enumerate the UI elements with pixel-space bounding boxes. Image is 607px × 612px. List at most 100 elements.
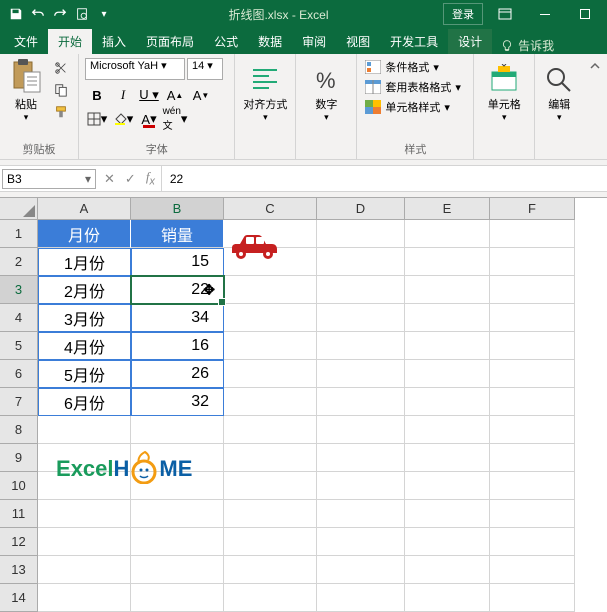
tab-file[interactable]: 文件: [4, 29, 48, 54]
decrease-font-button[interactable]: A▼: [189, 84, 213, 106]
cell-C12[interactable]: [224, 528, 317, 556]
cell-F10[interactable]: [490, 472, 575, 500]
cell-A14[interactable]: [38, 584, 131, 612]
row-header-7[interactable]: 7: [0, 388, 38, 416]
cell-C9[interactable]: [224, 444, 317, 472]
cell-F4[interactable]: [490, 304, 575, 332]
cell-E10[interactable]: [405, 472, 490, 500]
row-header-4[interactable]: 4: [0, 304, 38, 332]
formula-input[interactable]: [162, 166, 607, 191]
cell-A13[interactable]: [38, 556, 131, 584]
cell-B1[interactable]: 销量: [131, 220, 224, 248]
cell-F3[interactable]: [490, 276, 575, 304]
cell-B12[interactable]: [131, 528, 224, 556]
print-preview-icon[interactable]: [72, 4, 92, 24]
cell-C3[interactable]: [224, 276, 317, 304]
cell-E14[interactable]: [405, 584, 490, 612]
cell-A3[interactable]: 2月份: [38, 276, 131, 304]
cell-D7[interactable]: [317, 388, 405, 416]
copy-button[interactable]: [50, 80, 72, 100]
tab-insert[interactable]: 插入: [92, 29, 136, 54]
column-header-A[interactable]: A: [38, 198, 131, 220]
underline-button[interactable]: U ▾: [137, 84, 161, 106]
fill-color-button[interactable]: ▾: [111, 108, 135, 130]
cell-A6[interactable]: 5月份: [38, 360, 131, 388]
cell-D1[interactable]: [317, 220, 405, 248]
cell-B6[interactable]: 26: [131, 360, 224, 388]
collapse-ribbon-button[interactable]: [583, 54, 607, 159]
cell-D6[interactable]: [317, 360, 405, 388]
cell-F5[interactable]: [490, 332, 575, 360]
row-header-3[interactable]: 3: [0, 276, 38, 304]
tab-developer[interactable]: 开发工具: [380, 29, 448, 54]
column-header-F[interactable]: F: [490, 198, 575, 220]
cell-B8[interactable]: [131, 416, 224, 444]
row-header-9[interactable]: 9: [0, 444, 38, 472]
cell-E1[interactable]: [405, 220, 490, 248]
cell-A5[interactable]: 4月份: [38, 332, 131, 360]
cell-D14[interactable]: [317, 584, 405, 612]
cell-F7[interactable]: [490, 388, 575, 416]
cell-F1[interactable]: [490, 220, 575, 248]
cell-E13[interactable]: [405, 556, 490, 584]
cell-D13[interactable]: [317, 556, 405, 584]
italic-button[interactable]: I: [111, 84, 135, 106]
cut-button[interactable]: [50, 58, 72, 78]
cell-D9[interactable]: [317, 444, 405, 472]
cancel-edit-button[interactable]: ✕: [104, 171, 115, 187]
cell-E11[interactable]: [405, 500, 490, 528]
cell-B5[interactable]: 16: [131, 332, 224, 360]
font-size-select[interactable]: 14 ▾: [187, 58, 223, 80]
alignment-button[interactable]: 对齐方式 ▾: [241, 58, 289, 143]
cell-C5[interactable]: [224, 332, 317, 360]
cell-A2[interactable]: 1月份: [38, 248, 131, 276]
column-header-E[interactable]: E: [405, 198, 490, 220]
cell-C14[interactable]: [224, 584, 317, 612]
cell-B13[interactable]: [131, 556, 224, 584]
cell-A12[interactable]: [38, 528, 131, 556]
tab-formulas[interactable]: 公式: [204, 29, 248, 54]
cell-B14[interactable]: [131, 584, 224, 612]
cell-E4[interactable]: [405, 304, 490, 332]
cell-D4[interactable]: [317, 304, 405, 332]
maximize-icon[interactable]: [567, 0, 603, 28]
editing-button[interactable]: 编辑 ▾: [541, 58, 577, 143]
insert-function-button[interactable]: fx: [146, 169, 155, 188]
cell-F11[interactable]: [490, 500, 575, 528]
format-as-table-button[interactable]: 套用表格格式 ▾: [363, 78, 463, 96]
number-format-button[interactable]: % 数字 ▾: [302, 58, 350, 143]
ribbon-display-icon[interactable]: [487, 0, 523, 28]
row-header-10[interactable]: 10: [0, 472, 38, 500]
tab-review[interactable]: 审阅: [292, 29, 336, 54]
cell-styles-button[interactable]: 单元格样式 ▾: [363, 98, 463, 116]
cell-E8[interactable]: [405, 416, 490, 444]
cell-F12[interactable]: [490, 528, 575, 556]
cell-F8[interactable]: [490, 416, 575, 444]
chevron-down-icon[interactable]: ▾: [85, 172, 91, 186]
cell-C13[interactable]: [224, 556, 317, 584]
row-header-2[interactable]: 2: [0, 248, 38, 276]
row-header-1[interactable]: 1: [0, 220, 38, 248]
tab-page-layout[interactable]: 页面布局: [136, 29, 204, 54]
cell-F9[interactable]: [490, 444, 575, 472]
font-color-button[interactable]: A▾: [137, 108, 161, 130]
cell-A4[interactable]: 3月份: [38, 304, 131, 332]
column-header-B[interactable]: B: [131, 198, 224, 220]
name-box[interactable]: B3 ▾: [2, 169, 96, 189]
cell-C8[interactable]: [224, 416, 317, 444]
cells-button[interactable]: 单元格 ▾: [480, 58, 528, 143]
cell-F14[interactable]: [490, 584, 575, 612]
cell-A11[interactable]: [38, 500, 131, 528]
cell-D8[interactable]: [317, 416, 405, 444]
cell-E6[interactable]: [405, 360, 490, 388]
cell-E7[interactable]: [405, 388, 490, 416]
cell-B11[interactable]: [131, 500, 224, 528]
tab-data[interactable]: 数据: [248, 29, 292, 54]
phonetic-button[interactable]: wén文▾: [163, 108, 187, 130]
qat-customize-icon[interactable]: ▾: [94, 4, 114, 24]
cell-C7[interactable]: [224, 388, 317, 416]
cell-E2[interactable]: [405, 248, 490, 276]
increase-font-button[interactable]: A▲: [163, 84, 187, 106]
cell-B2[interactable]: 15: [131, 248, 224, 276]
format-painter-button[interactable]: [50, 102, 72, 122]
